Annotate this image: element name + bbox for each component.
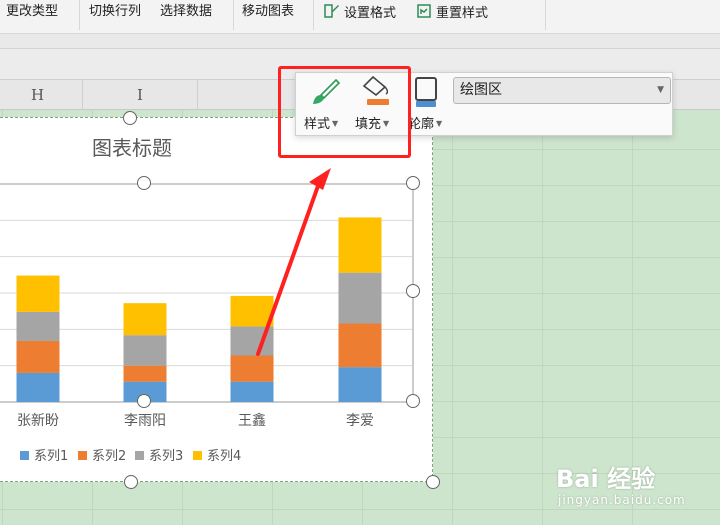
chart-format-floating-toolbar: 样式 ▼ 填充 ▼ 轮廓 ▼ 绘图区 ▼	[295, 72, 673, 136]
watermark-url: jingyan.baidu.com	[558, 493, 686, 507]
chart-area[interactable]: 图表标题 张新盼 李雨阳 王鑫 李爱 系列1 系列2 系列3 系列4	[0, 117, 433, 482]
outline-dropdown-caret: ▼	[436, 119, 443, 128]
chart-element-select[interactable]: 绘图区 ▼	[453, 77, 671, 104]
bar-segment[interactable]	[123, 335, 167, 366]
bar-segment[interactable]	[16, 340, 60, 373]
style-label: 样式 ▼	[304, 117, 339, 132]
watermark-logo: Bai 经验	[556, 465, 656, 493]
change-chart-type-button[interactable]: 更改类型	[6, 2, 58, 22]
bar-segment[interactable]	[230, 381, 274, 402]
baidu-jingyan-watermark: Bai 经验 jingyan.baidu.com	[556, 457, 716, 517]
bar-segment[interactable]	[16, 275, 60, 312]
set-format-icon	[324, 4, 339, 18]
chart-svg: 图表标题 张新盼 李雨阳 王鑫 李爱 系列1 系列2 系列3 系列4	[0, 136, 414, 464]
style-dropdown-caret: ▼	[332, 119, 339, 128]
toolbar-separator	[313, 0, 314, 30]
category-axis-labels: 张新盼 李雨阳 王鑫 李爱	[17, 412, 374, 429]
plot-area-handle-right[interactable]	[406, 284, 420, 298]
toolbar-separator	[545, 0, 546, 30]
fill-dropdown-caret: ▼	[383, 119, 390, 128]
bar-segment[interactable]	[16, 372, 60, 402]
fill-label: 填充 ▼	[355, 117, 390, 132]
outline-icon	[415, 77, 437, 107]
select-data-button[interactable]: 选择数据	[160, 2, 212, 22]
brush-icon	[313, 78, 341, 104]
legend-label: 系列1	[34, 449, 68, 464]
bar-segment[interactable]	[123, 365, 167, 382]
plot-area-handle-top[interactable]	[137, 176, 151, 190]
chart-resize-handle-bottom[interactable]	[124, 475, 138, 489]
legend-swatch	[20, 451, 29, 460]
legend-label: 系列3	[149, 449, 183, 464]
fill-button[interactable]: 填充 ▼	[354, 73, 402, 135]
bar-segment[interactable]	[16, 311, 60, 341]
reset-style-label: 重置样式	[436, 6, 489, 21]
paint-bucket-icon	[362, 75, 389, 105]
bar-segment[interactable]	[230, 295, 274, 327]
chart-resize-handle-bottom-right[interactable]	[426, 475, 440, 489]
category-label: 张新盼	[17, 413, 59, 429]
style-button[interactable]: 样式 ▼	[302, 73, 350, 135]
bar-segment[interactable]	[123, 303, 167, 336]
toolbar-separator	[79, 0, 80, 30]
plot-area-handle-bottom-right[interactable]	[406, 394, 420, 408]
outline-button[interactable]: 轮廓 ▼	[406, 73, 450, 135]
chart-tools-ribbon: 更改类型 切换行列 选择数据 移动图表 设置格式 重置样式	[0, 0, 720, 34]
plot-area-handle-bottom[interactable]	[137, 394, 151, 408]
bar-segment[interactable]	[338, 272, 382, 324]
column-divider	[197, 80, 198, 110]
bar-segment[interactable]	[230, 326, 274, 356]
set-format-button[interactable]: 设置格式	[323, 2, 396, 22]
category-label: 李爱	[346, 413, 374, 429]
chevron-down-icon: ▼	[657, 85, 664, 95]
bar-segment[interactable]	[338, 367, 382, 402]
toolbar-separator	[233, 0, 234, 30]
reset-style-icon	[417, 4, 431, 18]
legend-label: 系列4	[207, 449, 241, 464]
chart-title[interactable]: 图表标题	[92, 136, 172, 160]
chart-resize-handle-top[interactable]	[123, 111, 137, 125]
legend-label: 系列2	[92, 449, 126, 464]
chart-legend[interactable]: 系列1 系列2 系列3 系列4	[20, 449, 241, 464]
switch-row-column-button[interactable]: 切换行列	[89, 2, 141, 22]
legend-swatch	[78, 451, 87, 460]
set-format-label: 设置格式	[344, 6, 397, 21]
bar-segment[interactable]	[338, 217, 382, 273]
outline-label: 轮廓 ▼	[408, 117, 443, 132]
bar-segment[interactable]	[230, 355, 274, 382]
move-chart-button[interactable]: 移动图表	[242, 2, 294, 22]
column-divider	[82, 80, 83, 110]
legend-swatch	[193, 451, 202, 460]
category-label: 李雨阳	[124, 413, 166, 429]
legend-swatch	[135, 451, 144, 460]
column-h-label[interactable]: H	[31, 86, 44, 104]
column-i-label[interactable]: I	[137, 86, 143, 104]
category-label: 王鑫	[238, 412, 266, 429]
bar-segment[interactable]	[338, 323, 382, 368]
chart-element-value: 绘图区	[460, 82, 502, 98]
reset-style-button[interactable]: 重置样式	[415, 2, 488, 22]
bar-series-group	[16, 217, 382, 402]
plot-area-handle-top-right[interactable]	[406, 176, 420, 190]
